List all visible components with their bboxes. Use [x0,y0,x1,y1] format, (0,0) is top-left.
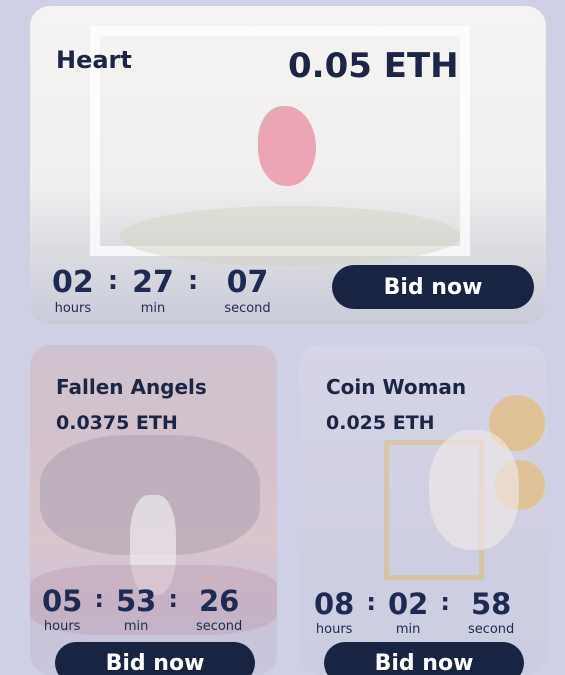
timer-hours-value: 08 [314,587,355,621]
timer-hours-value: 02 [52,265,94,300]
nft-card-heart[interactable]: Heart 0.05 ETH 02 hours : 27 min : 07 se… [30,6,546,324]
timer-hours: 02 hours [52,265,94,317]
card-title: Fallen Angels [56,375,207,399]
timer-min-value: 02 [387,587,429,621]
timer-min-label: min [395,622,421,637]
timer-second-value: 26 [198,584,240,618]
timer-min-label: min [140,301,166,316]
timer-second-value: 58 [470,587,512,621]
timer-separator: : [440,588,450,616]
timer-separator: : [366,588,376,616]
card-title: Coin Woman [326,375,467,399]
timer-second-value: 07 [226,265,269,300]
artwork-pedestal [120,206,460,266]
timer-second-label: second [224,301,271,316]
countdown-timer: 02 hours : 27 min : 07 second [52,265,271,317]
timer-hours: 05 hours [42,584,83,635]
timer-hours-label: hours [315,622,353,637]
card-price: 0.0375 ETH [56,412,178,434]
timer-min-label: min [123,619,149,634]
bid-now-button[interactable]: Bid now [55,642,255,675]
timer-min: 27 min [132,265,174,317]
heart-artwork [258,106,316,186]
timer-separator: : [94,585,104,613]
bid-now-button[interactable]: Bid now [332,265,534,309]
timer-second: 07 second [224,265,271,317]
card-price: 0.025 ETH [326,412,435,434]
bid-now-button[interactable]: Bid now [324,642,524,675]
timer-separator: : [168,585,178,613]
nft-card-fallen-angels[interactable]: Fallen Angels 0.0375 ETH 05 hours : 53 m… [30,345,277,675]
timer-min: 53 min [115,584,157,635]
timer-hours-label: hours [54,301,92,316]
timer-min-value: 53 [115,584,157,618]
timer-separator: : [107,266,119,296]
countdown-timer: 05 hours : 53 min : 26 second [42,584,243,635]
nft-card-coin-woman[interactable]: Coin Woman 0.025 ETH 08 hours : 02 min :… [299,345,547,675]
timer-min-value: 27 [132,265,174,300]
card-price: 0.05 ETH [288,46,459,86]
timer-hours-label: hours [43,619,81,634]
timer-hours-value: 05 [42,584,83,618]
timer-separator: : [187,266,199,296]
card-title: Heart [56,46,132,74]
timer-second-label: second [467,622,515,637]
timer-second: 58 second [467,587,515,638]
timer-second-label: second [195,619,243,634]
timer-hours: 08 hours [314,587,355,638]
timer-second: 26 second [195,584,243,635]
countdown-timer: 08 hours : 02 min : 58 second [314,587,515,638]
woman-portrait-artwork [429,430,519,550]
timer-min: 02 min [387,587,429,638]
